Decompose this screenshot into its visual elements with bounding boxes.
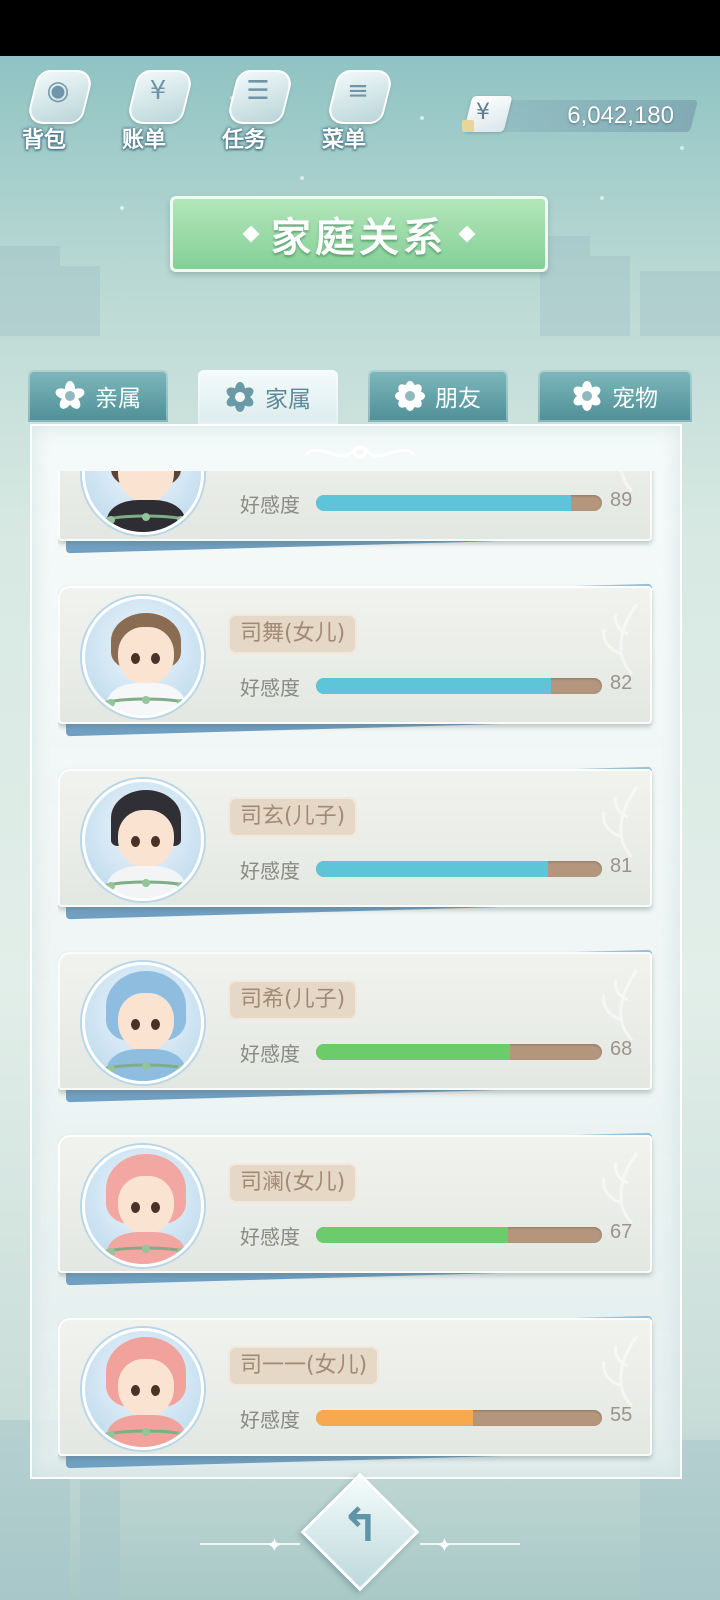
member-list[interactable]: 好感度 89 司舞(女儿) 好感度 82 司玄(儿子) 好感度 81 司希(儿子… xyxy=(58,471,658,1477)
tab-label: 家属 xyxy=(265,387,311,413)
money-value: 6,042,180 xyxy=(567,102,674,129)
avatar xyxy=(82,779,204,901)
status-bar xyxy=(0,0,720,56)
affinity-bar-fill xyxy=(316,1410,474,1426)
sparkle-icon: ✦ xyxy=(436,1533,453,1557)
affinity-bar-fill xyxy=(316,1227,508,1243)
leaf-ornament-icon xyxy=(602,603,639,676)
tab-label: 宠物 xyxy=(612,386,658,412)
affinity-value: 89 xyxy=(610,489,633,511)
affinity-value: 81 xyxy=(610,855,633,877)
tab-family[interactable]: 家属 xyxy=(198,370,338,424)
menu-button[interactable]: ≡ 菜单 xyxy=(318,62,398,158)
tab-label: 亲属 xyxy=(95,386,141,412)
list-item[interactable]: 司澜(女儿) 好感度 67 xyxy=(58,1132,658,1286)
affinity-value: 55 xyxy=(610,1404,633,1426)
list-item[interactable]: 司一一(女儿) 好感度 55 xyxy=(58,1315,658,1469)
flower-icon xyxy=(224,382,256,412)
affinity-bar-fill xyxy=(316,861,548,877)
tab-label: 朋友 xyxy=(435,386,481,412)
relation-tabs: 亲属 家属 朋友 宠物 xyxy=(28,370,692,424)
avatar xyxy=(82,596,204,718)
diamond-icon xyxy=(242,225,260,243)
affinity-value: 68 xyxy=(610,1038,633,1060)
leaf-ornament-icon xyxy=(602,1335,639,1408)
menu-glyph: ≡ xyxy=(347,76,369,106)
top-toolbar: ◉ 背包 ¥ 账单 ☰ 任务 ≡ 菜单 xyxy=(18,62,398,158)
affinity-label: 好感度 xyxy=(240,859,300,883)
list-item[interactable]: 好感度 89 xyxy=(58,471,658,554)
avatar xyxy=(82,962,204,1084)
task-glyph: ☰ xyxy=(246,76,270,106)
affinity-value: 67 xyxy=(610,1221,633,1243)
member-name: 司澜(女儿) xyxy=(228,1163,358,1203)
affinity-label: 好感度 xyxy=(240,1408,300,1432)
affinity-label: 好感度 xyxy=(240,1042,300,1066)
affinity-bar-fill xyxy=(316,678,551,694)
list-item[interactable]: 司玄(儿子) 好感度 81 xyxy=(58,766,658,920)
flower-icon xyxy=(54,381,86,412)
page-title: 家庭关系 xyxy=(271,215,447,261)
leaf-ornament-icon xyxy=(602,786,639,859)
divider-line xyxy=(200,1543,300,1545)
affinity-bar xyxy=(316,1227,602,1243)
task-button[interactable]: ☰ 任务 xyxy=(218,62,298,158)
leaf-ornament-icon xyxy=(602,1152,639,1225)
bill-label: 账单 xyxy=(122,128,167,153)
page-title-banner: 家庭关系 xyxy=(170,196,548,272)
affinity-label: 好感度 xyxy=(240,493,300,517)
bag-label: 背包 xyxy=(22,128,67,153)
affinity-bar xyxy=(316,495,602,511)
divider-line xyxy=(420,1543,520,1545)
member-name: 司舞(女儿) xyxy=(228,614,358,654)
member-name: 司玄(儿子) xyxy=(228,797,358,837)
member-name: 司希(儿子) xyxy=(228,980,358,1020)
avatar xyxy=(82,471,204,535)
tab-friends[interactable]: 朋友 xyxy=(368,370,508,422)
ornament-icon xyxy=(305,445,415,459)
member-name: 司一一(女儿) xyxy=(228,1346,380,1386)
list-item[interactable]: 司舞(女儿) 好感度 82 xyxy=(58,583,658,737)
diamond-icon xyxy=(458,225,476,243)
affinity-label: 好感度 xyxy=(240,1225,300,1249)
family-list-panel: 好感度 89 司舞(女儿) 好感度 82 司玄(儿子) 好感度 81 司希(儿子… xyxy=(30,424,682,1479)
yen-icon: ¥ xyxy=(476,100,490,125)
affinity-bar xyxy=(316,1410,602,1426)
money-display: ¥ 6,042,180 xyxy=(462,96,698,136)
tab-relatives[interactable]: 亲属 xyxy=(28,370,168,422)
avatar xyxy=(82,1328,204,1450)
flower-icon xyxy=(395,381,425,411)
list-item[interactable]: 司希(儿子) 好感度 68 xyxy=(58,949,658,1103)
sparkle-icon: ✦ xyxy=(266,1533,283,1557)
affinity-bar xyxy=(316,1044,602,1060)
avatar xyxy=(82,1145,204,1267)
bill-button[interactable]: ¥ 账单 xyxy=(118,62,198,158)
tab-pets[interactable]: 宠物 xyxy=(538,370,692,422)
flower-icon xyxy=(571,381,603,411)
affinity-bar xyxy=(316,678,602,694)
money-dot xyxy=(462,120,474,132)
bag-button[interactable]: ◉ 背包 xyxy=(18,62,98,158)
task-label: 任务 xyxy=(222,128,267,153)
leaf-ornament-icon xyxy=(602,969,639,1042)
bag-glyph: ◉ xyxy=(46,76,70,106)
affinity-label: 好感度 xyxy=(240,676,300,700)
affinity-bar xyxy=(316,861,602,877)
affinity-value: 82 xyxy=(610,672,633,694)
menu-label: 菜单 xyxy=(322,128,367,153)
affinity-bar-fill xyxy=(316,1044,511,1060)
affinity-bar-fill xyxy=(316,495,571,511)
bill-glyph: ¥ xyxy=(149,76,167,106)
